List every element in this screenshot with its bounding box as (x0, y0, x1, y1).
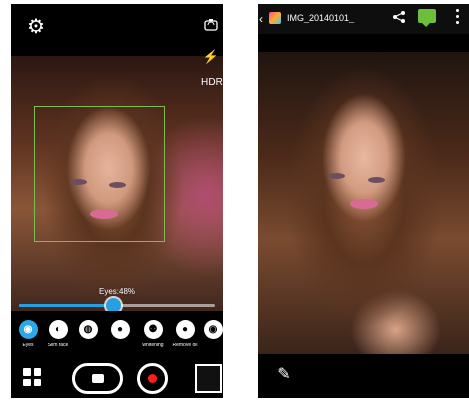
more-icon[interactable] (456, 9, 460, 24)
viewer-top-bar: ‹ IMG_20140101_ (258, 4, 469, 34)
shutter-button[interactable] (72, 363, 123, 394)
tool-label: Remove oil (172, 343, 198, 348)
brush-icon: ◍ (78, 320, 98, 339)
lipstick-icon: ● (110, 320, 130, 339)
grid-icon[interactable] (23, 368, 41, 386)
comment-icon[interactable] (418, 9, 436, 27)
camera-icon (91, 374, 104, 383)
more-dot (456, 9, 459, 12)
tool-eyes[interactable]: ◉ Eyes (14, 320, 42, 348)
tool-whitening[interactable]: ⚉ whitening (139, 320, 167, 348)
viewer-eye-right (368, 177, 385, 183)
camera-bottom-bar (11, 360, 223, 398)
more-dot (456, 15, 459, 18)
tool-label: whitening (142, 343, 164, 348)
drop-icon: ● (175, 320, 195, 339)
viewer-eye-left (328, 173, 345, 179)
more-dot (456, 21, 459, 24)
tool-label: Slim face (47, 343, 69, 348)
eyes-slider[interactable] (19, 298, 215, 313)
share-icon[interactable] (391, 10, 407, 24)
record-icon (148, 374, 157, 383)
tool-slim-face[interactable]: ◐ Slim face (44, 320, 72, 348)
viewer-bottom-bar: ✎ (258, 354, 469, 398)
grid-square (33, 378, 41, 386)
grid-square (23, 378, 31, 386)
viewer-screen: ‹ IMG_20140101_ ✎ (258, 4, 469, 398)
face-slim-icon: ◐ (48, 320, 68, 339)
grid-square (33, 368, 41, 376)
settings-icon[interactable]: ⚙ (25, 16, 47, 38)
slider-fill (19, 304, 114, 307)
face-detection-box (34, 106, 165, 242)
viewer-lips (350, 199, 378, 209)
tool-brush[interactable]: ◍ (74, 320, 102, 343)
gallery-app-icon (269, 12, 281, 24)
hdr-toggle[interactable]: HDR (201, 77, 223, 88)
grid-square (23, 368, 31, 376)
flash-auto-icon[interactable]: ⚡ (203, 49, 219, 63)
camera-screen: ⚙ ⚡ HDR Eyes:48% ◉ Eyes ◐ Slim face ◍ ● … (11, 4, 223, 398)
eye-makeup-icon: ◉ (203, 320, 223, 339)
tool-label: Eyes (22, 343, 34, 348)
tooth-icon: ⚉ (143, 320, 163, 339)
record-button[interactable] (137, 363, 168, 394)
beauty-tool-strip: ◉ Eyes ◐ Slim face ◍ ● ⚉ whitening ● Rem… (11, 311, 223, 360)
back-icon[interactable]: ‹ (259, 12, 263, 26)
switch-camera-icon[interactable] (204, 18, 218, 32)
pencil-icon[interactable]: ✎ (275, 366, 293, 384)
slider-label: Eyes:48% (99, 287, 136, 296)
tool-remove-oil[interactable]: ● Remove oil (171, 320, 199, 348)
gallery-thumbnail[interactable] (195, 364, 222, 393)
file-name: IMG_20140101_ (287, 13, 355, 23)
viewer-photo (258, 52, 469, 354)
eye-icon: ◉ (18, 320, 38, 339)
tool-lipstick[interactable]: ● (106, 320, 134, 343)
tool-eye-makeup[interactable]: ◉ (199, 320, 223, 343)
